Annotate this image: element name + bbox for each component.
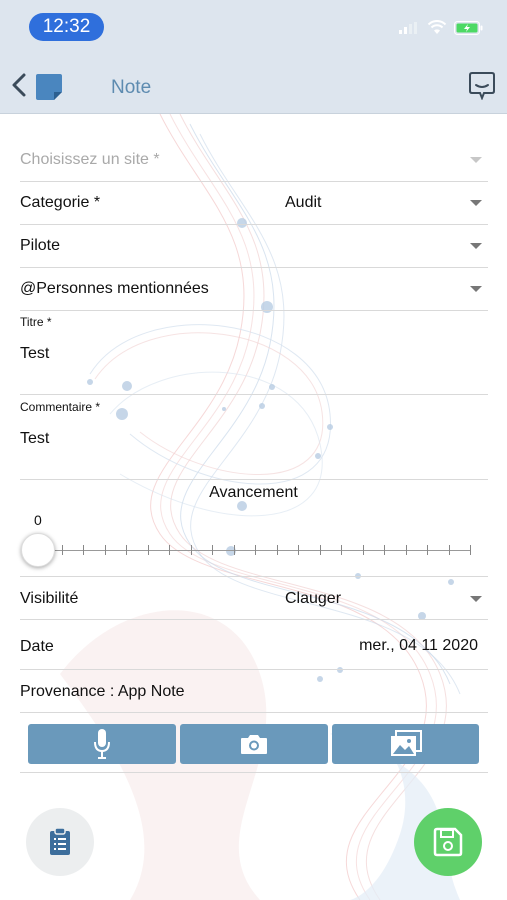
categorie-select[interactable]: Categorie * Audit (20, 182, 488, 225)
titre-label: Titre * (20, 315, 52, 329)
commentaire-value[interactable]: Test (20, 430, 49, 448)
slider-tick (61, 545, 63, 555)
titre-value[interactable]: Test (20, 345, 49, 363)
slider-tick (384, 545, 385, 555)
nav-bar: Note (0, 52, 507, 114)
gallery-icon (390, 730, 422, 756)
sticky-note-icon (36, 74, 62, 100)
personnes-label: @Personnes mentionnées (20, 280, 209, 297)
slider-tick (470, 545, 471, 555)
chevron-down-icon (470, 157, 482, 163)
titre-field[interactable]: Titre * Test (20, 311, 488, 395)
slider-tick (126, 545, 127, 555)
clipboard-button[interactable] (26, 808, 94, 876)
signal-icon (399, 22, 417, 34)
commentaire-field[interactable]: Commentaire * Test (20, 395, 488, 480)
chevron-down-icon (470, 286, 482, 292)
chat-bubble-icon[interactable] (468, 72, 496, 100)
slider-tick (255, 545, 256, 555)
slider-tick (233, 545, 235, 555)
pilote-select[interactable]: Pilote (20, 225, 488, 268)
slider-tick (276, 545, 278, 555)
slider-tick (147, 545, 149, 555)
slider-tick (448, 545, 450, 555)
pilote-label: Pilote (20, 237, 61, 254)
visibilite-select[interactable]: Visibilité Clauger (20, 577, 488, 620)
provenance-text: Provenance : App Note (20, 683, 185, 700)
slider-tick (362, 545, 364, 555)
site-placeholder: Choisissez un site * (20, 151, 160, 168)
slider-tick (298, 545, 299, 555)
slider-tick (104, 545, 106, 555)
date-label: Date (20, 638, 54, 655)
categorie-label: Categorie * (20, 194, 101, 211)
microphone-icon (94, 729, 110, 759)
page-title: Note (111, 77, 152, 98)
microphone-button[interactable] (28, 724, 176, 764)
slider-tick (341, 545, 342, 555)
wifi-icon (427, 20, 447, 34)
camera-button[interactable] (180, 724, 328, 764)
chevron-down-icon (470, 596, 482, 602)
provenance-row: Provenance : App Note (20, 670, 488, 713)
status-bar: 12:32 (0, 0, 507, 52)
slider-tick (169, 545, 170, 555)
date-value[interactable]: mer., 04 11 2020 (359, 637, 478, 655)
clipboard-icon (50, 828, 70, 855)
site-select[interactable]: Choisissez un site * (20, 140, 488, 182)
personnes-select[interactable]: @Personnes mentionnées (20, 268, 488, 311)
battery-icon (454, 21, 483, 35)
categorie-value: Audit (285, 194, 322, 211)
slider-tick (405, 545, 407, 555)
slider-tick (427, 545, 428, 555)
save-icon (433, 827, 463, 857)
avancement-slider-track[interactable] (40, 545, 471, 555)
commentaire-label: Commentaire * (20, 400, 101, 414)
visibilite-label: Visibilité (20, 590, 79, 607)
chevron-down-icon (470, 243, 482, 249)
save-button[interactable] (414, 808, 482, 876)
slider-tick (190, 545, 192, 555)
camera-icon (241, 735, 267, 754)
slider-tick (319, 545, 321, 555)
gallery-button[interactable] (332, 724, 479, 764)
slider-tick (83, 545, 84, 555)
avancement-slider-thumb[interactable] (21, 533, 55, 567)
slider-tick (212, 545, 213, 555)
avancement-label: Avancement (209, 484, 298, 501)
status-time: 12:32 (29, 13, 104, 41)
chevron-down-icon (470, 200, 482, 206)
date-field[interactable]: Date mer., 04 11 2020 (20, 620, 488, 670)
avancement-value: 0 (34, 512, 42, 528)
media-divider (20, 772, 488, 773)
back-chevron-icon[interactable] (10, 72, 30, 98)
visibilite-value: Clauger (285, 590, 342, 607)
